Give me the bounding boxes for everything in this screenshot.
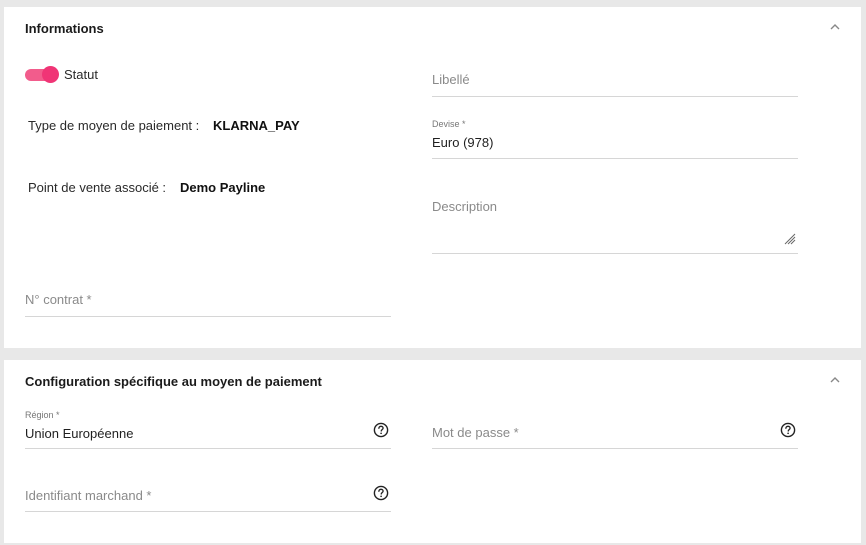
libelle-placeholder: Libellé [432,72,470,87]
payment-type-value: KLARNA_PAY [213,118,300,133]
description-textarea[interactable]: Description [432,187,798,254]
configuration-card: Configuration spécifique au moyen de pai… [4,360,861,543]
region-select[interactable]: Région * Union Européenne [25,408,391,449]
informations-card: Informations Statut Type de moyen de pai… [4,7,861,348]
configuration-title: Configuration spécifique au moyen de pai… [25,374,322,389]
status-toggle[interactable] [25,66,59,83]
question-circle-icon[interactable] [373,485,389,501]
pos-label: Point de vente associé : [28,180,167,195]
description-placeholder: Description [432,199,498,214]
password-placeholder: Mot de passe * [432,425,519,440]
devise-select[interactable]: Devise * Euro (978) [432,117,798,159]
libelle-field[interactable]: Libellé [432,59,798,97]
informations-title: Informations [25,21,104,36]
devise-label: Devise * [432,119,466,129]
pos-value: Demo Payline [180,180,266,195]
question-circle-icon[interactable] [780,422,796,438]
chevron-up-icon[interactable] [829,21,841,33]
contract-placeholder: N° contrat * [25,292,92,307]
region-label: Région * [25,410,60,420]
payment-type-label: Type de moyen de paiement : [28,118,200,133]
region-value: Union Européenne [25,426,134,441]
chevron-up-icon[interactable] [829,374,841,386]
merchant-id-placeholder: Identifiant marchand * [25,488,152,503]
contract-number-field[interactable]: N° contrat * [25,279,391,317]
toggle-knob [42,66,59,83]
resize-handle-icon[interactable] [784,232,796,245]
password-field[interactable]: Mot de passe * [432,410,798,449]
merchant-id-field[interactable]: Identifiant marchand * [25,474,391,512]
status-label: Statut [64,67,98,82]
devise-value: Euro (978) [432,135,494,150]
question-circle-icon[interactable] [373,422,389,438]
